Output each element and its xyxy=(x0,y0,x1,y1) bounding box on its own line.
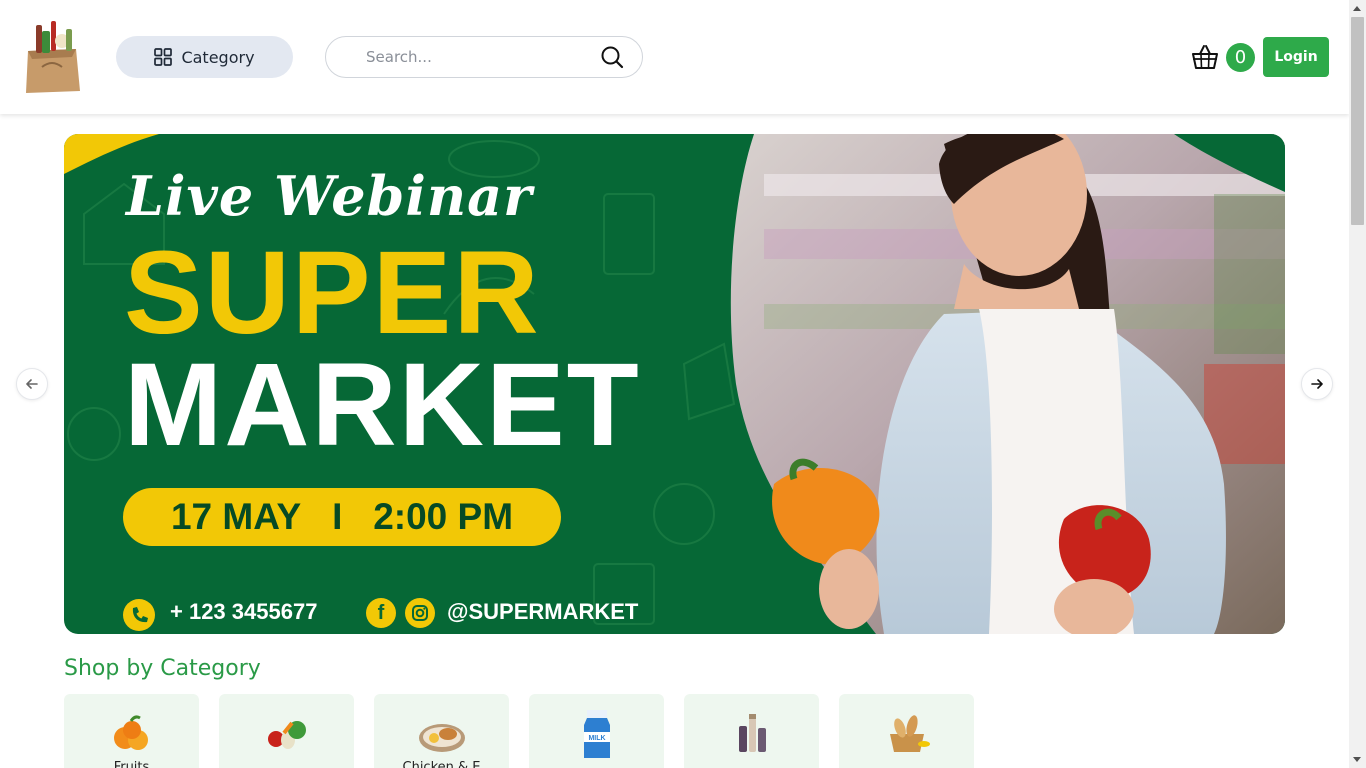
basket-icon[interactable] xyxy=(1191,43,1219,71)
facebook-icon[interactable]: f xyxy=(366,598,396,628)
instagram-icon[interactable] xyxy=(405,598,435,628)
vegetables-icon xyxy=(268,721,306,749)
bakery-icon xyxy=(890,715,930,752)
svg-text:MILK: MILK xyxy=(588,735,605,742)
category-card-cosmetics[interactable] xyxy=(684,694,819,768)
cosmetics-icon xyxy=(739,714,766,752)
category-button[interactable]: Category xyxy=(116,36,293,78)
search-icon[interactable] xyxy=(600,45,624,69)
banner-date: 17 MAY xyxy=(170,496,302,537)
banner-handle: @SUPERMARKET xyxy=(447,599,639,624)
banner-date-separator: I xyxy=(332,496,343,537)
banner-phone: + 123 3455677 xyxy=(170,599,318,624)
banner-separator xyxy=(301,496,332,538)
category-label: Fruits xyxy=(113,760,150,768)
category-card-chicken-egg[interactable]: Chicken & E xyxy=(374,694,509,768)
category-card-fruits[interactable]: Fruits xyxy=(64,694,199,768)
scrollbar-thumb[interactable] xyxy=(1351,17,1364,225)
site-header: Category 0 Login xyxy=(0,0,1349,114)
milk-icon: MILK xyxy=(584,710,610,758)
scroll-down-arrow-icon[interactable] xyxy=(1353,757,1361,762)
arrow-left-icon xyxy=(26,379,38,389)
banner-live-webinar: Live Webinar xyxy=(126,164,533,228)
grid-icon xyxy=(154,48,173,66)
shop-by-category-heading: Shop by Category xyxy=(64,656,261,681)
arrow-right-icon xyxy=(1311,379,1323,389)
category-list: Fruits Chicken & E MILK xyxy=(64,694,974,768)
category-card-vegetables[interactable] xyxy=(219,694,354,768)
slider-next-button[interactable] xyxy=(1301,368,1333,400)
category-card-dairy[interactable]: MILK xyxy=(529,694,664,768)
page-scrollbar[interactable] xyxy=(1349,0,1366,768)
slider-prev-button[interactable] xyxy=(16,368,48,400)
search-bar xyxy=(325,36,643,78)
banner-separator-gap xyxy=(342,496,373,538)
promo-banner[interactable]: Live Webinar SUPER MARKET 17 MAY I 2:00 … xyxy=(64,134,1285,634)
category-button-label: Category xyxy=(181,47,255,67)
scroll-up-arrow-icon[interactable] xyxy=(1353,6,1361,11)
grocery-bag-logo[interactable] xyxy=(22,17,84,95)
fruits-icon xyxy=(114,715,148,750)
chicken-egg-icon xyxy=(419,724,465,752)
search-input[interactable] xyxy=(366,48,576,66)
cart-count-badge[interactable]: 0 xyxy=(1226,43,1255,72)
banner-date-pill: 17 MAY I 2:00 PM xyxy=(123,488,561,546)
category-label: Chicken & E xyxy=(402,760,481,768)
banner-time: 2:00 PM xyxy=(373,496,514,537)
phone-icon xyxy=(123,599,155,631)
category-card-bakery[interactable] xyxy=(839,694,974,768)
banner-title-super: SUPER xyxy=(124,227,541,359)
banner-title-market: MARKET xyxy=(124,339,641,471)
login-button[interactable]: Login xyxy=(1263,37,1329,77)
